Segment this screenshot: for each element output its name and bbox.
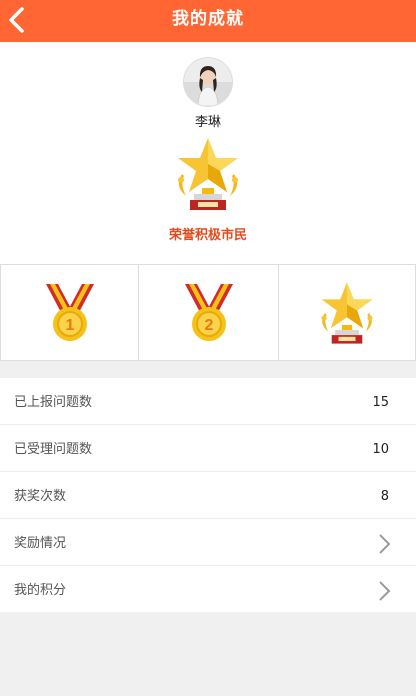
stats-list: 已上报问题数 15 已受理问题数 10 获奖次数 8 奖励情况 我的积分 bbox=[0, 378, 416, 612]
trophy-icon bbox=[178, 138, 238, 210]
medal-strip: 1 2 bbox=[0, 264, 416, 361]
row-label: 已上报问题数 bbox=[14, 395, 93, 410]
row-label: 已受理问题数 bbox=[14, 442, 93, 457]
avatar[interactable] bbox=[183, 57, 233, 107]
row-value: 15 bbox=[372, 395, 389, 410]
gold-medal-1-icon: 1 bbox=[45, 283, 94, 341]
list-item-points[interactable]: 我的积分 bbox=[0, 566, 416, 612]
user-name: 李琳 bbox=[194, 115, 221, 130]
trophy-icon bbox=[321, 281, 373, 344]
row-label: 我的积分 bbox=[14, 583, 67, 598]
chevron-right-icon bbox=[379, 581, 391, 601]
svg-text:2: 2 bbox=[204, 317, 213, 334]
row-value: 8 bbox=[380, 489, 389, 504]
row-label: 获奖次数 bbox=[14, 489, 67, 504]
list-item-rewards[interactable]: 奖励情况 bbox=[0, 519, 416, 566]
page-title: 我的成就 bbox=[172, 9, 244, 29]
list-item-accepted: 已受理问题数 10 bbox=[0, 425, 416, 472]
medal-cell-2[interactable]: 2 bbox=[139, 265, 279, 360]
chevron-right-icon bbox=[379, 534, 391, 554]
list-item-awards-count: 获奖次数 8 bbox=[0, 472, 416, 519]
gold-medal-2-icon: 2 bbox=[184, 283, 233, 341]
list-item-reported: 已上报问题数 15 bbox=[0, 378, 416, 425]
row-value: 10 bbox=[372, 442, 389, 457]
profile-section: 李琳 荣誉积极市民 bbox=[0, 42, 416, 264]
svg-text:1: 1 bbox=[65, 317, 74, 334]
medal-cell-3[interactable] bbox=[279, 265, 415, 360]
row-label: 奖励情况 bbox=[14, 536, 67, 551]
medal-cell-1[interactable]: 1 bbox=[1, 265, 139, 360]
app-header: 我的成就 bbox=[0, 0, 416, 42]
honor-title: 荣誉积极市民 bbox=[168, 228, 247, 243]
